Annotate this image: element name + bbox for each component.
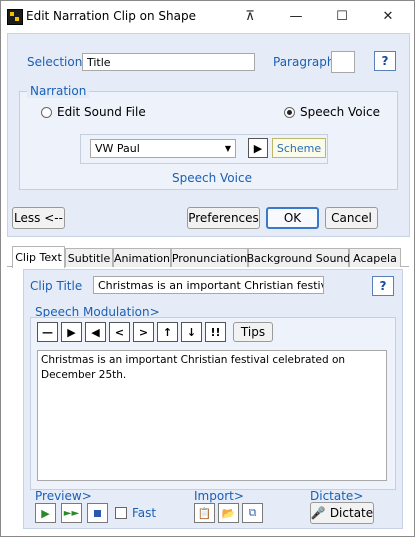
narration-group: Narration Edit Sound File Speech Voice V…: [19, 84, 398, 190]
dialog-window: Edit Narration Clip on Shape ⊼ — ☐ ✕ Sel…: [0, 0, 415, 537]
maximize-icon[interactable]: ☐: [319, 1, 365, 32]
clip-help-button[interactable]: ?: [372, 276, 394, 296]
cancel-button[interactable]: Cancel: [325, 207, 378, 229]
pitch-down-button[interactable]: ↓: [181, 322, 202, 342]
speech-voice-label[interactable]: Speech Voice: [300, 105, 380, 119]
clip-title-label: Clip Title: [30, 279, 83, 293]
faster-button[interactable]: >: [133, 322, 154, 342]
pause-symbol-button[interactable]: —: [37, 322, 58, 342]
less-button[interactable]: Less <--: [12, 207, 65, 229]
clipboard-paste-icon: 📋: [197, 506, 212, 520]
dictate-label: Dictate>: [310, 489, 364, 503]
paragraph-input[interactable]: [331, 51, 355, 73]
stop-preview-button[interactable]: [87, 503, 108, 523]
speech-modulation-box: — ▶ ◀ < > ↑ ↓ !! Tips Christmas is an im…: [30, 317, 396, 490]
stop-icon: [94, 509, 101, 517]
fast-forward-icon: ►►: [63, 507, 80, 519]
import-label: Import>: [194, 489, 244, 503]
voice-select-value: VW Paul: [95, 142, 140, 155]
import-clipboard-button[interactable]: 📋: [194, 503, 215, 523]
microphone-icon: 🎤: [310, 506, 326, 520]
clip-text-panel: Clip Title Christmas is an important Chr…: [23, 269, 403, 529]
play-preview-button[interactable]: ▶: [35, 503, 56, 523]
pitch-up-button[interactable]: ↑: [157, 322, 178, 342]
tab-pronunciation[interactable]: Pronunciation: [171, 248, 248, 267]
slower-button[interactable]: <: [109, 322, 130, 342]
selection-label: Selection: [27, 55, 83, 69]
emphasis-forward-button[interactable]: ▶: [61, 322, 82, 342]
preview-label: Preview>: [35, 489, 92, 503]
speech-voice-caption: Speech Voice: [172, 171, 252, 185]
title-bar: Edit Narration Clip on Shape ⊼ — ☐ ✕: [1, 1, 414, 32]
speech-voice-radio[interactable]: [284, 107, 295, 118]
tab-animation[interactable]: Animation: [113, 248, 171, 267]
emphasis-button[interactable]: !!: [205, 322, 226, 342]
tab-acapela[interactable]: Acapela: [349, 248, 401, 267]
dropdown-arrow-icon: ▼: [224, 144, 231, 153]
tab-subtitle[interactable]: Subtitle: [65, 248, 113, 267]
play-voice-button[interactable]: ▶: [248, 138, 268, 158]
voice-select[interactable]: VW Paul ▼: [90, 139, 236, 158]
dictate-button-label: Dictate: [329, 506, 374, 520]
preferences-button[interactable]: Preferences: [187, 207, 260, 229]
clip-text-area[interactable]: Christmas is an important Christian fest…: [37, 350, 387, 481]
play-icon: ▶: [253, 141, 263, 155]
app-icon: [7, 9, 23, 25]
tips-button[interactable]: Tips: [233, 322, 273, 342]
ok-button[interactable]: OK: [266, 207, 319, 229]
import-pages-button[interactable]: ⧉: [242, 503, 263, 523]
play-icon: ▶: [41, 506, 50, 520]
tab-background-sound[interactable]: Background Sound: [247, 248, 350, 267]
pin-icon[interactable]: ⊼: [227, 1, 273, 32]
edit-sound-file-radio[interactable]: [41, 107, 52, 118]
narration-label: Narration: [27, 84, 90, 98]
scheme-button[interactable]: Scheme: [272, 138, 326, 158]
edit-sound-file-label[interactable]: Edit Sound File: [57, 105, 146, 119]
clip-title-input[interactable]: Christmas is an important Christian fest…: [93, 276, 324, 294]
fast-label[interactable]: Fast: [132, 506, 156, 520]
folder-open-icon: 📂: [221, 506, 236, 520]
import-file-button[interactable]: 📂: [218, 503, 239, 523]
fast-preview-button[interactable]: ►►: [61, 503, 82, 523]
help-button[interactable]: ?: [374, 51, 396, 71]
voice-selector-box: VW Paul ▼ ▶ Scheme: [80, 134, 328, 164]
dictate-button[interactable]: 🎤 Dictate: [310, 502, 374, 524]
selection-input[interactable]: Title: [82, 53, 255, 71]
copy-pages-icon: ⧉: [248, 506, 257, 519]
close-icon[interactable]: ✕: [365, 1, 411, 32]
fast-checkbox[interactable]: [115, 507, 127, 519]
paragraph-label: Paragraph: [273, 55, 335, 69]
minimize-icon[interactable]: —: [273, 1, 319, 32]
emphasis-back-button[interactable]: ◀: [85, 322, 106, 342]
window-title: Edit Narration Clip on Shape: [26, 9, 197, 23]
tab-clip-text[interactable]: Clip Text: [12, 246, 65, 268]
